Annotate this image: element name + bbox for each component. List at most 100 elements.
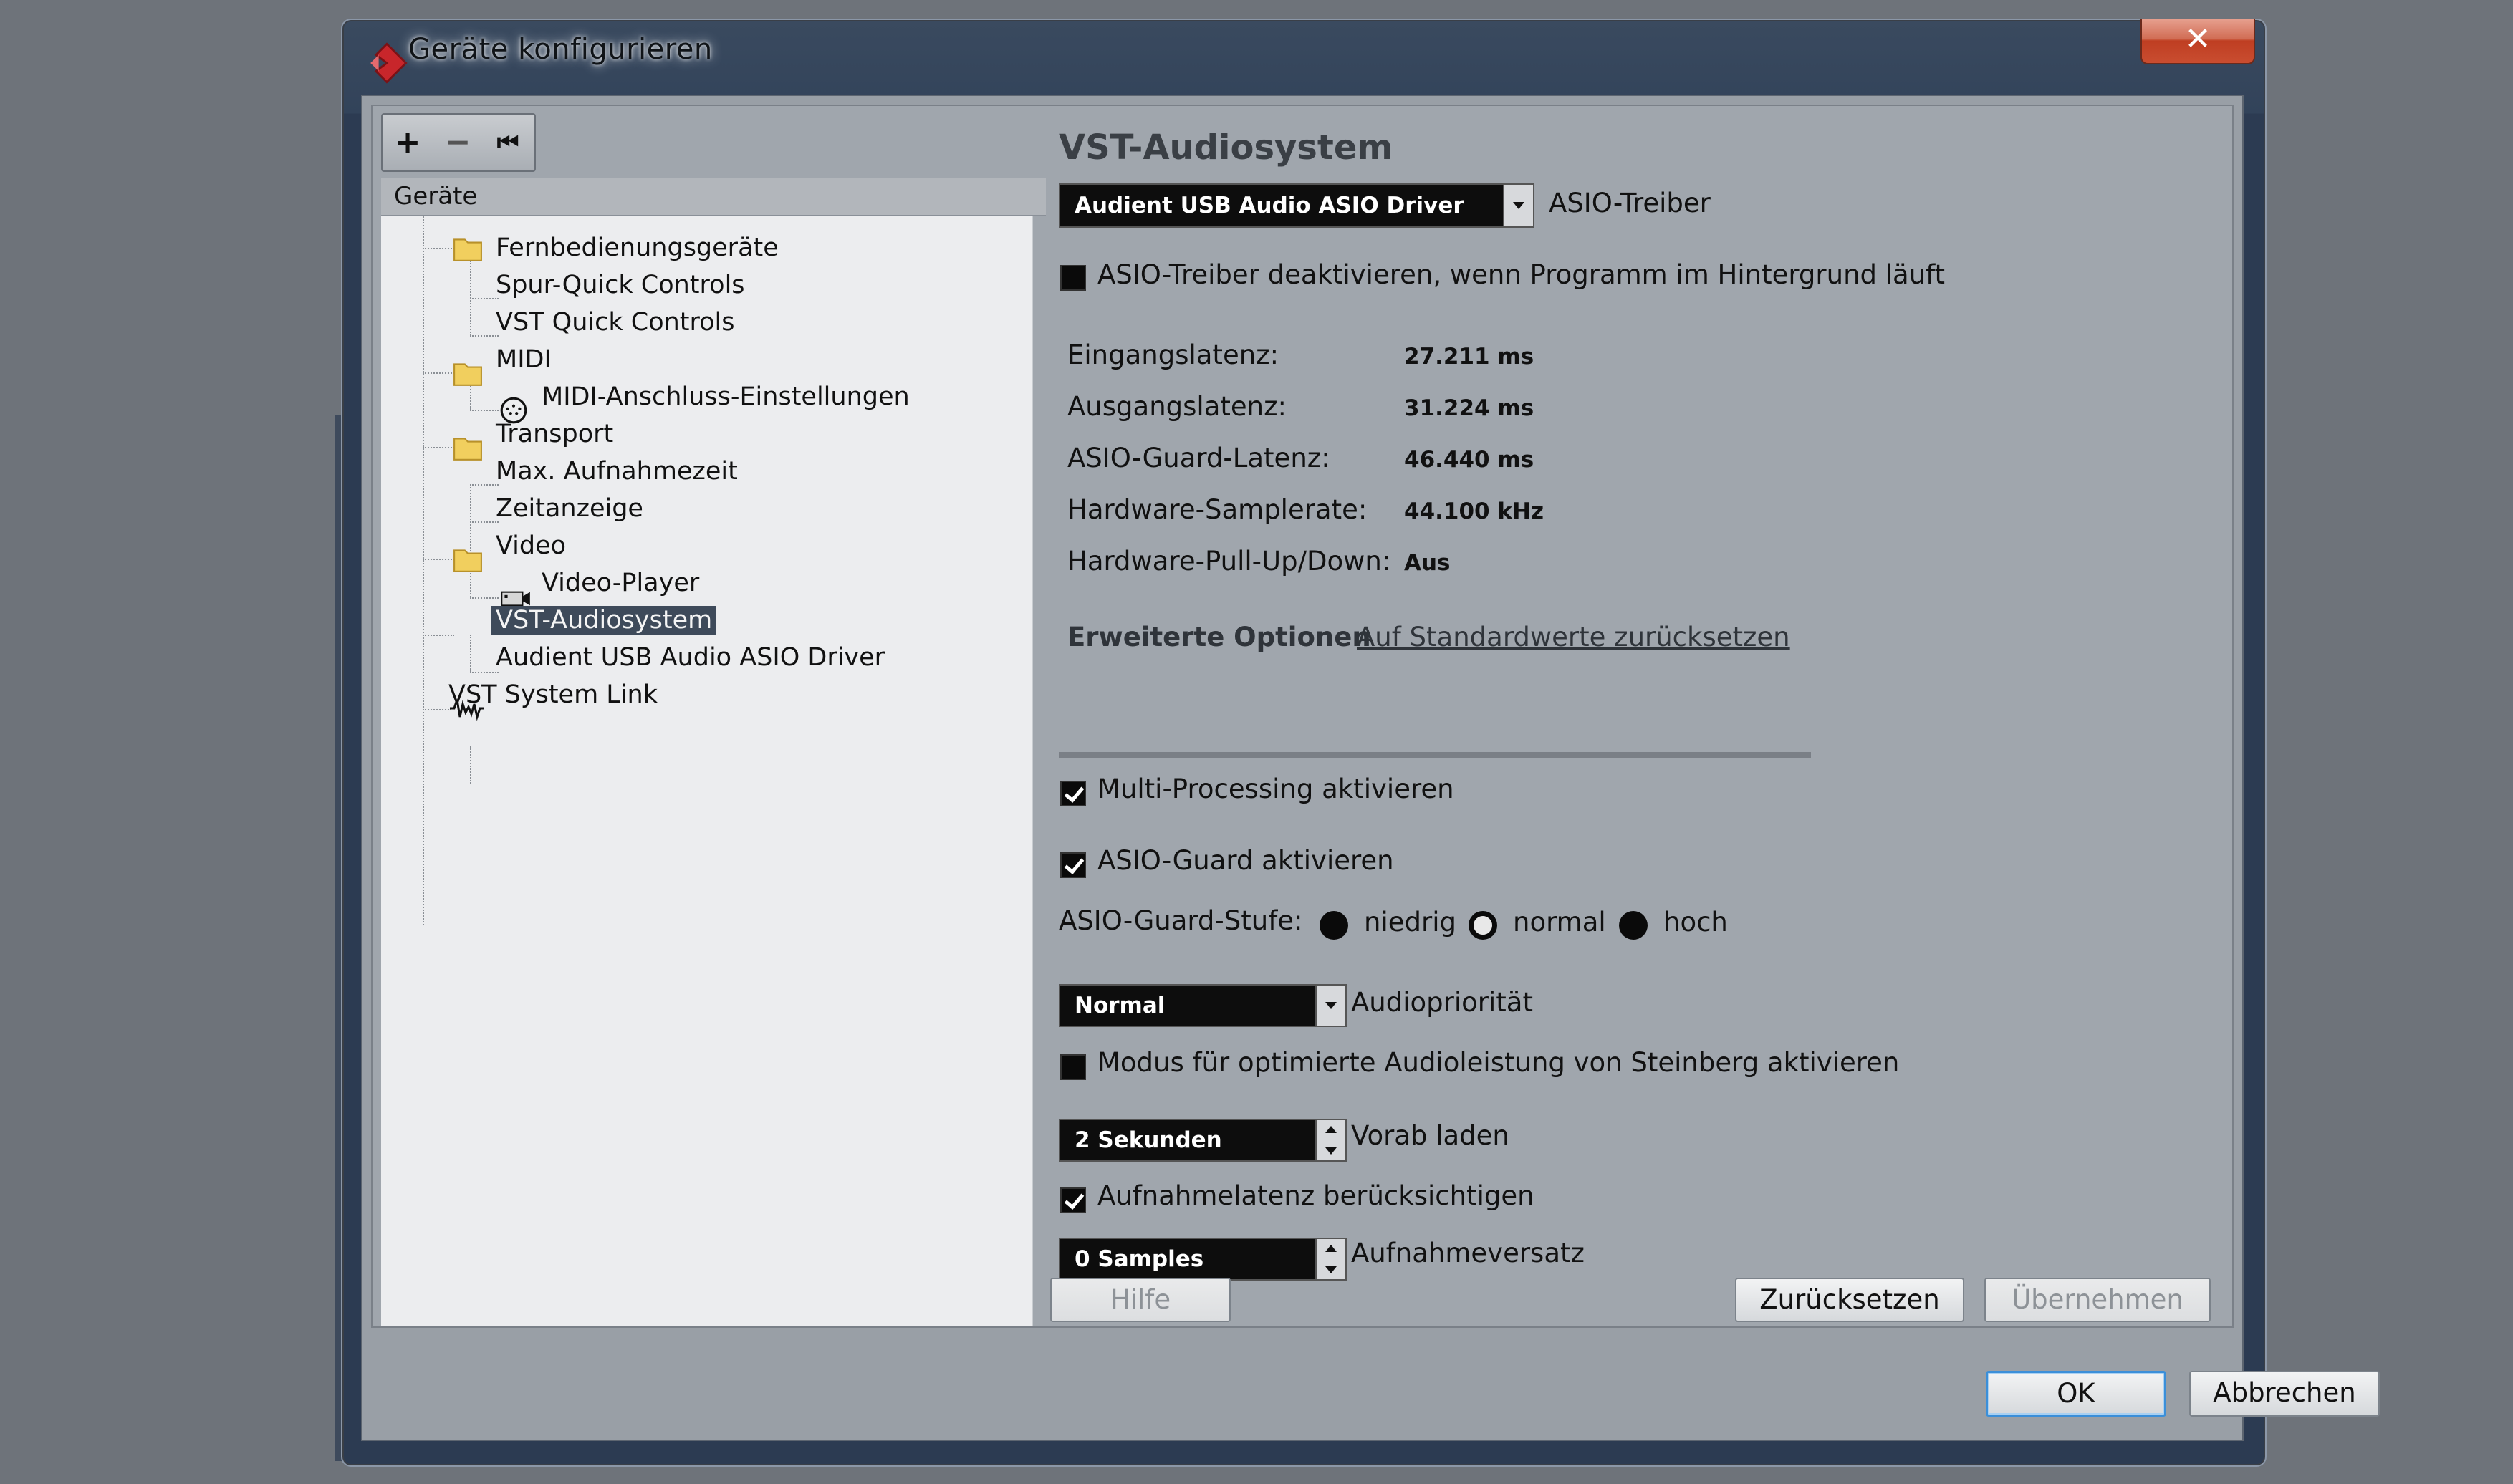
tree-item-midi[interactable]: MIDI [496,345,552,374]
tree-toolbar: + − ⏮ [381,113,536,172]
asio-guard-level-label: ASIO-Guard-Stufe: [1059,905,1303,936]
cancel-button[interactable]: Abbrechen [2189,1371,2380,1417]
help-button[interactable]: Hilfe [1050,1278,1231,1322]
tree-item-audient-usb-audio-asio-driver[interactable]: Audient USB Audio ASIO Driver [496,643,885,672]
tree-connector [423,447,454,448]
tree-header: Geräte [381,178,1046,216]
asio-driver-value: Audient USB Audio ASIO Driver [1075,193,1464,218]
multiprocessing-checkbox[interactable] [1060,781,1086,806]
steinberg-mode-label: Modus für optimierte Audioleistung von S… [1097,1047,1900,1078]
tree-item-max-aufnahmezeit[interactable]: Max. Aufnahmezeit [496,457,738,486]
tree-item-vst-quick-controls[interactable]: VST Quick Controls [496,308,735,337]
audio-priority-label: Audiopriorität [1351,987,1533,1018]
tree-connector [470,335,499,337]
tree-connector [423,248,454,249]
tree-connector [470,635,471,672]
device-tree[interactable]: Fernbedienungsgeräte Spur-Quick Controls… [381,216,1033,1326]
multiprocessing-label: Multi-Processing aktivieren [1097,774,1454,804]
asio-guard-level-low-label: niedrig [1364,907,1456,938]
title-bar[interactable]: Geräte konfigurieren ✕ [342,19,2265,105]
deactivate-background-checkbox[interactable] [1060,265,1086,291]
tree-connector [470,410,499,411]
asio-guard-level-high-label: hoch [1663,907,1728,938]
preload-value: 2 Sekunden [1075,1127,1222,1153]
ok-button[interactable]: OK [1986,1371,2166,1417]
record-offset-label: Aufnahmeversatz [1351,1238,1585,1268]
device-tree-panel: + − ⏮ Geräte Fernbedienungsgeräte Spur-Q… [373,106,1046,1326]
tree-item-spur-quick-controls[interactable]: Spur-Quick Controls [496,271,745,299]
hardware-samplerate-label: Hardware-Samplerate: [1067,494,1368,525]
window-title: Geräte konfigurieren [408,33,713,66]
tree-header-label: Geräte [394,182,478,211]
asio-guard-level-normal-radio[interactable] [1469,911,1497,940]
asio-driver-label: ASIO-Treiber [1549,188,1711,218]
preload-spinner[interactable]: 2 Sekunden [1059,1119,1347,1162]
asio-guard-latency-label: ASIO-Guard-Latenz: [1067,443,1330,473]
record-latency-checkbox[interactable] [1060,1187,1086,1213]
stepper-arrows-icon[interactable] [1315,1120,1345,1160]
output-latency-label: Ausgangslatenz: [1067,391,1287,422]
hardware-samplerate-value: 44.100 kHz [1404,498,1544,524]
folder-icon [453,549,482,572]
output-latency-value: 31.224 ms [1404,395,1534,421]
hardware-pullup-label: Hardware-Pull-Up/Down: [1067,546,1391,577]
tree-connector [470,298,499,299]
tab-underline [1059,752,1811,758]
tree-connector [470,672,499,673]
asio-guard-label: ASIO-Guard aktivieren [1097,845,1394,876]
asio-guard-level-low-radio[interactable] [1320,911,1348,940]
folder-icon [453,438,482,461]
tree-connector [423,216,424,925]
folder-icon [453,363,482,386]
tree-item-video-player[interactable]: Video-Player [542,569,699,597]
tree-item-midi-anschluss-einstellungen[interactable]: MIDI-Anschluss-Einstellungen [542,382,910,411]
tree-connector [470,484,499,486]
add-device-button[interactable]: + [383,117,433,168]
tree-connector [470,746,471,784]
tree-item-fernbedienungsgeraete[interactable]: Fernbedienungsgeräte [496,233,779,262]
tree-item-transport[interactable]: Transport [496,420,613,448]
tree-connector [470,484,471,597]
tree-item-zeitanzeige[interactable]: Zeitanzeige [496,494,643,523]
settings-panel: VST-Audiosystem Audient USB Audio ASIO D… [1046,106,2232,1326]
tree-connector [423,559,454,560]
tree-item-video[interactable]: Video [496,531,566,560]
dialog-body: + − ⏮ Geräte Fernbedienungsgeräte Spur-Q… [361,95,2380,1441]
record-latency-label: Aufnahmelatenz berücksichtigen [1097,1180,1534,1211]
deactivate-background-label: ASIO-Treiber deaktivieren, wenn Programm… [1097,259,1946,290]
tree-connector [470,521,499,523]
asio-guard-checkbox[interactable] [1060,852,1086,878]
record-offset-value: 0 Samples [1075,1246,1204,1272]
steinberg-mode-checkbox[interactable] [1060,1054,1086,1080]
asio-guard-level-normal-label: normal [1513,907,1606,938]
asio-guard-level-high-radio[interactable] [1619,911,1648,940]
settings-area: + − ⏮ Geräte Fernbedienungsgeräte Spur-Q… [371,105,2234,1328]
input-latency-label: Eingangslatenz: [1067,339,1279,370]
record-offset-spinner[interactable]: 0 Samples [1059,1238,1347,1281]
stepper-arrows-icon[interactable] [1315,1239,1345,1279]
reset-device-button[interactable]: ⏮ [483,117,533,168]
remove-device-button[interactable]: − [433,117,483,168]
tree-connector [423,372,454,374]
input-latency-value: 27.211 ms [1404,344,1534,370]
folder-icon [453,238,482,261]
chevron-down-icon[interactable] [1503,185,1533,226]
asio-guard-latency-value: 46.440 ms [1404,447,1534,473]
tree-connector [423,635,454,636]
reset-defaults-link[interactable]: Auf Standardwerte zurücksetzen [1357,622,1790,652]
tree-item-vst-system-link[interactable]: VST System Link [448,680,658,709]
close-button[interactable]: ✕ [2140,19,2255,64]
asio-driver-select[interactable]: Audient USB Audio ASIO Driver [1059,183,1534,228]
tree-item-vst-audiosystem[interactable]: VST-Audiosystem [491,606,717,635]
preload-label: Vorab laden [1351,1120,1509,1151]
hardware-pullup-value: Aus [1404,550,1451,576]
chevron-down-icon[interactable] [1315,986,1345,1026]
page-title: VST-Audiosystem [1059,127,1393,168]
cubase-logo-icon [370,42,408,84]
apply-button[interactable]: Übernehmen [1984,1278,2211,1322]
tab-advanced-options[interactable]: Erweiterte Optionen [1067,622,1371,652]
audio-priority-select[interactable]: Normal [1059,984,1347,1027]
device-setup-dialog: Geräte konfigurieren ✕ + − ⏮ Geräte Fern… [341,19,2380,1467]
reset-button[interactable]: Zurücksetzen [1735,1278,1964,1322]
audio-priority-value: Normal [1075,993,1166,1018]
